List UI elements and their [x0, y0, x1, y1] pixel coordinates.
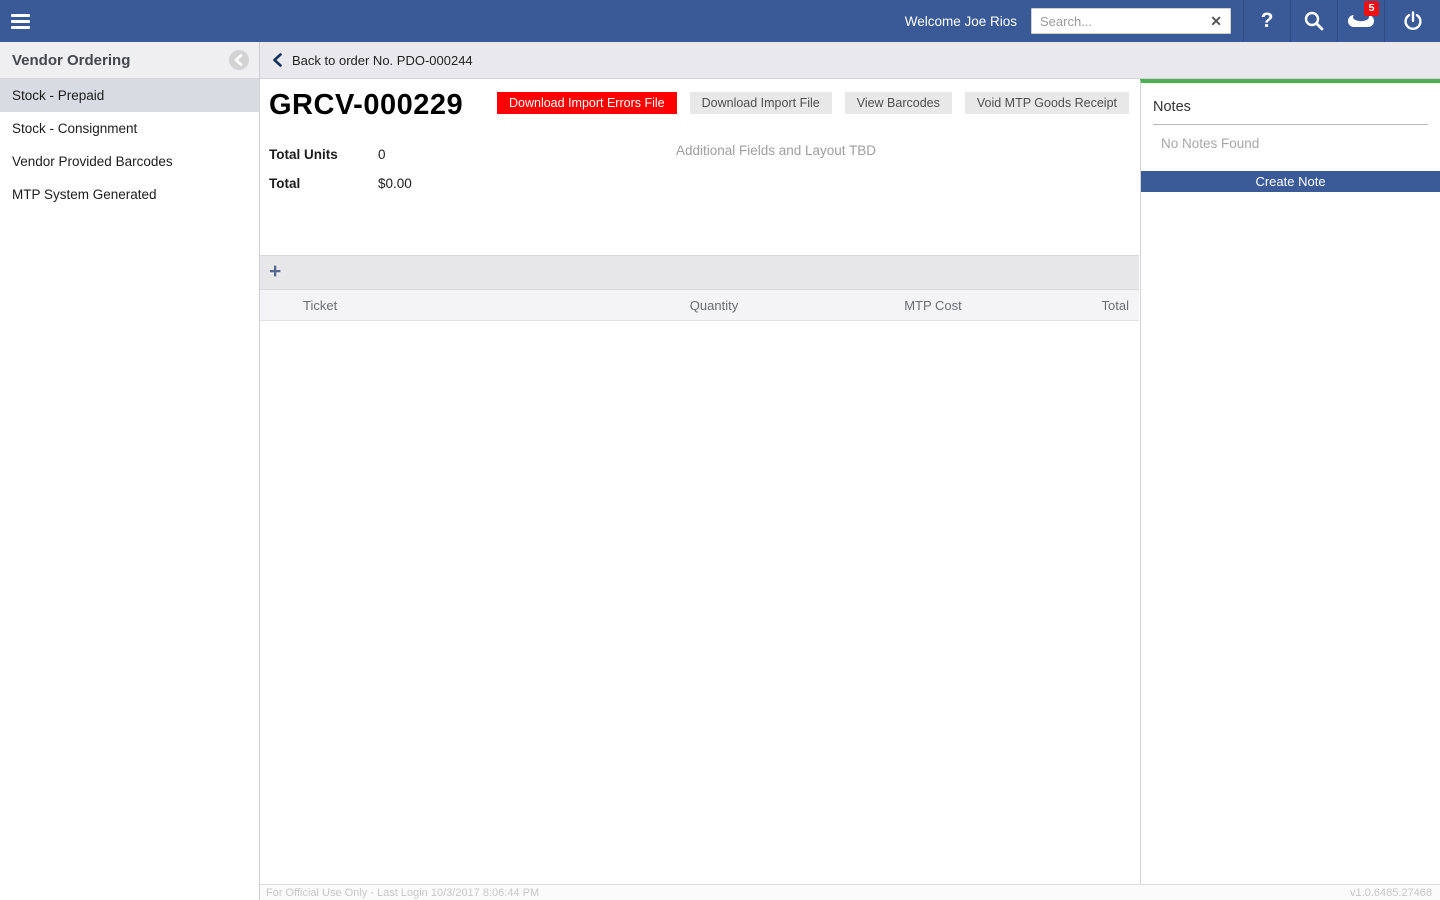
create-note-button[interactable]: Create Note: [1141, 171, 1440, 192]
sidebar-item-stock-consignment[interactable]: Stock - Consignment: [0, 112, 259, 145]
sidebar-title: Vendor Ordering: [12, 52, 229, 69]
top-navbar: Welcome Joe Rios ✕ ? 5: [0, 0, 1440, 42]
logout-button[interactable]: [1384, 0, 1440, 42]
footer-official-use-text: For Official Use Only - Last Login 10/3/…: [266, 887, 539, 899]
total-units-value: 0: [378, 147, 386, 162]
sidebar: Vendor Ordering Stock - Prepaid Stock - …: [0, 42, 260, 900]
breadcrumb-label: Back to order No. PDO-000244: [292, 53, 473, 68]
clear-search-icon[interactable]: ✕: [1202, 13, 1230, 30]
notes-empty-text: No Notes Found: [1161, 136, 1428, 151]
notes-divider: [1153, 124, 1428, 125]
back-chevron-icon: [271, 52, 285, 68]
column-header-ticket: Ticket: [260, 298, 594, 313]
search-input[interactable]: [1032, 14, 1202, 29]
sidebar-item-mtp-system-generated[interactable]: MTP System Generated: [0, 178, 259, 211]
add-ticket-button[interactable]: +: [260, 261, 281, 284]
help-icon: ?: [1261, 9, 1274, 33]
search-icon: [1303, 10, 1325, 32]
footer-version-text: v1.0.6485.27468: [1350, 887, 1432, 899]
total-value: $0.00: [378, 176, 412, 191]
footer: For Official Use Only - Last Login 10/3/…: [260, 884, 1440, 900]
search-button[interactable]: [1290, 0, 1337, 42]
notification-badge: 5: [1364, 1, 1379, 16]
main-content: GRCV-000229 Download Import Errors File …: [260, 79, 1139, 884]
sidebar-header: Vendor Ordering: [0, 42, 259, 79]
search-box: ✕: [1031, 8, 1231, 34]
sidebar-item-vendor-provided-barcodes[interactable]: Vendor Provided Barcodes: [0, 145, 259, 178]
receipt-details-card: GRCV-000229 Download Import Errors File …: [260, 79, 1139, 255]
page-title: GRCV-000229: [269, 89, 463, 122]
notes-panel: Notes No Notes Found Create Note: [1140, 79, 1440, 884]
total-units-label: Total Units: [269, 147, 378, 162]
back-to-order-link[interactable]: Back to order No. PDO-000244: [260, 52, 473, 68]
download-import-file-button[interactable]: Download Import File: [690, 92, 832, 114]
placeholder-note: Additional Fields and Layout TBD: [676, 143, 876, 158]
breadcrumb-bar: Back to order No. PDO-000244: [260, 42, 1440, 79]
action-button-row: Download Import Errors File Download Imp…: [497, 92, 1129, 114]
column-header-total: Total: [1032, 298, 1139, 313]
column-header-mtp-cost: MTP Cost: [834, 298, 1032, 313]
notes-title: Notes: [1153, 99, 1428, 115]
help-button[interactable]: ?: [1243, 0, 1290, 42]
sidebar-item-stock-prepaid[interactable]: Stock - Prepaid: [0, 79, 259, 112]
scanner-button[interactable]: 5: [1337, 0, 1384, 42]
chevron-left-icon: [229, 50, 249, 70]
sidebar-collapse-button[interactable]: [229, 50, 249, 70]
void-mtp-goods-receipt-button[interactable]: Void MTP Goods Receipt: [965, 92, 1129, 114]
download-import-errors-file-button[interactable]: Download Import Errors File: [497, 92, 677, 114]
column-header-quantity: Quantity: [594, 298, 834, 313]
ticket-table-toolbar: +: [260, 255, 1139, 290]
view-barcodes-button[interactable]: View Barcodes: [845, 92, 952, 114]
total-label: Total: [269, 176, 378, 191]
hamburger-menu-icon[interactable]: [0, 0, 42, 42]
welcome-text: Welcome Joe Rios: [905, 14, 1017, 29]
ticket-table-header: Ticket Quantity MTP Cost Total: [260, 290, 1139, 321]
power-icon: [1401, 9, 1425, 33]
